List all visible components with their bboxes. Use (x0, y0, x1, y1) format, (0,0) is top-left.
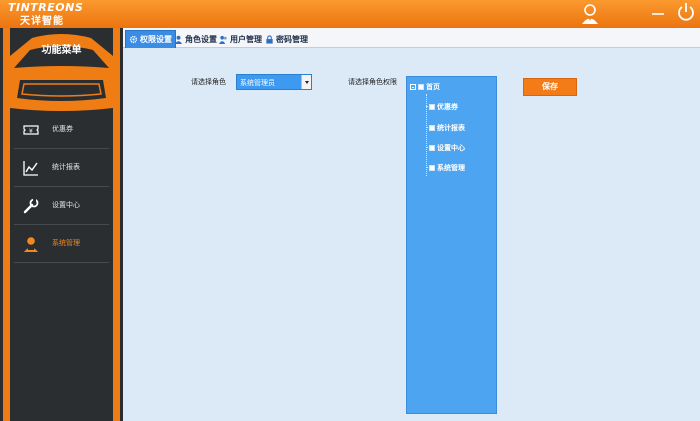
checkbox-icon[interactable] (418, 84, 424, 90)
role-select-value: 系统管理员 (240, 79, 275, 87)
wrench-icon (23, 198, 39, 214)
admin-user-icon (24, 237, 38, 252)
tab-label: 密码管理 (276, 34, 308, 44)
sidebar-item-settings[interactable]: 设置中心 (14, 187, 109, 225)
lock-icon (266, 34, 273, 44)
sidebar-item-label: 优惠券 (52, 125, 73, 133)
user-profile-icon[interactable] (580, 3, 600, 25)
app-header: TINTREONS 天详智能 (0, 0, 700, 28)
permission-tree[interactable]: 首页 优惠券 统计报表 设置中心 系统管理 (406, 76, 497, 414)
dropdown-button[interactable] (301, 75, 311, 89)
sidebar: 功能菜单 ¥ 优惠券 统计报表 设置中心 系统管理 (0, 28, 123, 421)
sidebar-item-reports[interactable]: 统计报表 (14, 149, 109, 187)
sidebar-item-label: 设置中心 (52, 201, 80, 209)
brand-logo-subtitle: 天详智能 (20, 16, 64, 27)
tab-label: 权限设置 (140, 35, 172, 44)
sidebar-item-label: 系统管理 (52, 239, 80, 247)
line-chart-icon (23, 161, 38, 176)
role-label: 请选择角色 (191, 78, 226, 86)
tree-node[interactable]: 优惠券 (429, 102, 458, 112)
minimize-icon[interactable] (651, 4, 665, 20)
power-icon[interactable] (676, 2, 696, 22)
sidebar-item-label: 统计报表 (52, 163, 80, 171)
role-select[interactable]: 系统管理员 (236, 74, 312, 90)
tree-node-label: 优惠券 (437, 103, 458, 111)
tab-label: 角色设置 (185, 34, 217, 44)
tree-node-label: 首页 (426, 83, 440, 91)
tree-node[interactable]: 系统管理 (429, 163, 465, 173)
chevron-down-icon (305, 81, 309, 84)
checkbox-icon[interactable] (429, 125, 435, 131)
person-icon (174, 35, 183, 44)
tree-node-label: 统计报表 (437, 124, 465, 132)
tab-permissions[interactable]: 权限设置 (125, 30, 176, 48)
sidebar-item-coupons[interactable]: ¥ 优惠券 (14, 111, 109, 149)
permissions-panel: 请选择角色 系统管理员 请选择角色权限 首页 优惠券 统计报表 设置中心 系统管… (123, 48, 700, 421)
tab-password[interactable]: 密码管理 (262, 30, 311, 48)
tab-bar: 权限设置 角色设置 用户管理 密码管理 (123, 28, 700, 48)
checkbox-icon[interactable] (429, 145, 435, 151)
tab-label: 用户管理 (230, 34, 262, 44)
permission-label: 请选择角色权限 (348, 78, 397, 86)
tree-node[interactable]: 设置中心 (429, 143, 465, 153)
menu-title: 功能菜单 (41, 45, 82, 56)
tree-node[interactable]: 统计报表 (429, 123, 465, 133)
ticket-icon: ¥ (23, 125, 39, 135)
collapse-icon[interactable] (410, 84, 416, 90)
tree-node-label: 设置中心 (437, 144, 465, 152)
users-icon (219, 35, 227, 44)
sidebar-item-system[interactable]: 系统管理 (14, 225, 109, 263)
svg-text:¥: ¥ (29, 128, 33, 135)
gear-icon (129, 35, 138, 44)
checkbox-icon[interactable] (429, 104, 435, 110)
checkbox-icon[interactable] (429, 165, 435, 171)
save-button[interactable]: 保存 (523, 78, 577, 96)
tab-roles[interactable]: 角色设置 (171, 30, 220, 48)
tree-node-root[interactable]: 首页 (410, 82, 440, 92)
tree-node-label: 系统管理 (437, 164, 465, 172)
tab-users[interactable]: 用户管理 (216, 30, 265, 48)
